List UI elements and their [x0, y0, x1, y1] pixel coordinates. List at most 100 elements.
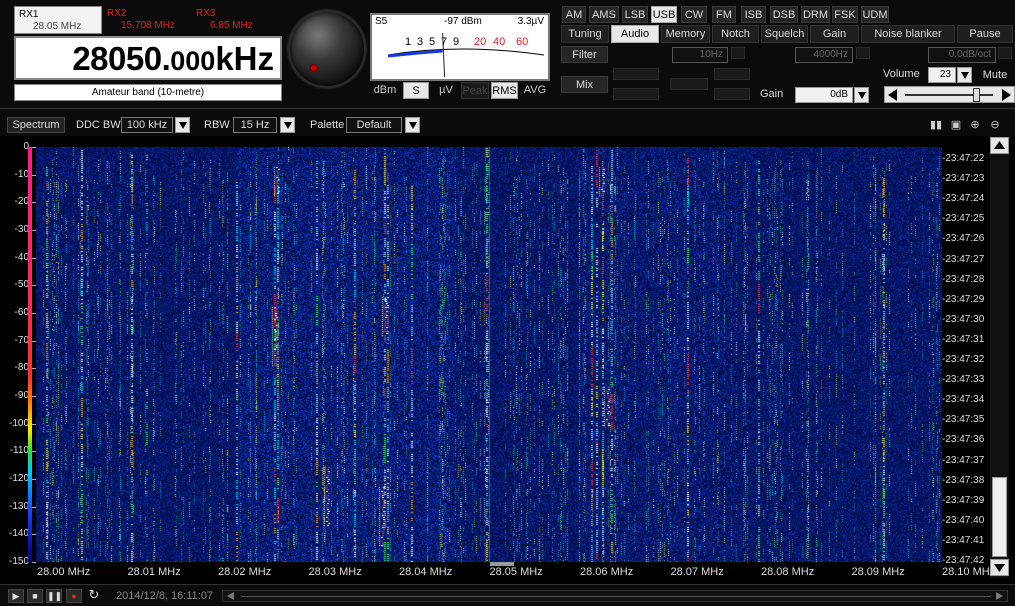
frequency-tick-label: 28.00 MHz	[37, 566, 91, 578]
color-scale-bar	[28, 147, 32, 562]
meter-mode-dbm[interactable]: dBm	[372, 82, 398, 99]
mute-button[interactable]: Mute	[978, 67, 1012, 84]
level-tick-label: -110	[9, 445, 29, 457]
meter-mode-rms[interactable]: RMS	[491, 82, 518, 99]
zoom-in-icon[interactable]: ⊕	[968, 118, 982, 132]
filter-slope-spin[interactable]	[998, 47, 1012, 59]
playback-position-slider[interactable]	[222, 590, 1008, 602]
scroll-right-icon[interactable]	[993, 591, 1005, 601]
tab-notch[interactable]: Notch	[712, 25, 759, 43]
waterfall-display[interactable]	[36, 147, 942, 562]
filter-button[interactable]: Filter	[561, 46, 608, 63]
slider-left-icon[interactable]	[888, 89, 897, 101]
rbw-dropdown-icon[interactable]	[280, 117, 295, 133]
filter-slope-field[interactable]: 0.0dB/oct	[928, 47, 996, 63]
tab-pause[interactable]: Pause	[957, 25, 1013, 43]
tab-tuning[interactable]: Tuning	[561, 25, 609, 43]
meter-mode-microvolt[interactable]: µV	[434, 82, 458, 99]
gain-label: Gain	[760, 88, 784, 100]
stop-icon[interactable]: ■	[27, 589, 43, 603]
scroll-up-icon[interactable]	[990, 137, 1009, 154]
mode-lsb[interactable]: LSB	[622, 6, 648, 23]
mode-ams[interactable]: AMS	[589, 6, 619, 23]
receiver-tab-rx3[interactable]: RX3 6.85 MHz	[192, 6, 278, 34]
receiver-frequency: 15.708 MHz	[121, 20, 175, 31]
tab-noise-blanker[interactable]: Noise blanker	[861, 25, 955, 43]
mode-drm[interactable]: DRM	[801, 6, 830, 23]
time-label: -23:47:23	[942, 173, 985, 185]
volume-field[interactable]: 23	[928, 67, 956, 83]
spectrum-button[interactable]: Spectrum	[7, 117, 65, 133]
time-label: -23:47:38	[942, 474, 985, 486]
time-label: -23:47:30	[942, 313, 985, 325]
mode-cw[interactable]: CW	[681, 6, 707, 23]
save-icon[interactable]: ▣	[949, 118, 963, 132]
volume-dropdown-icon[interactable]	[957, 67, 972, 83]
filter-high-spin[interactable]	[856, 47, 870, 59]
record-icon[interactable]: ●	[66, 589, 82, 603]
meter-scale-label: 3	[417, 36, 423, 48]
tab-squelch[interactable]: Squelch	[761, 25, 808, 43]
disabled-control	[613, 88, 659, 100]
time-label: -23:47:39	[942, 494, 985, 506]
time-label: -23:47:42	[942, 555, 985, 566]
filter-low-field[interactable]: 10Hz	[672, 47, 728, 63]
disabled-control	[714, 68, 750, 80]
tab-gain[interactable]: Gain	[810, 25, 859, 43]
tab-memory[interactable]: Memory	[661, 25, 710, 43]
scroll-thumb[interactable]	[992, 477, 1007, 557]
zoom-out-icon[interactable]: ⊖	[988, 118, 1002, 132]
palette-select[interactable]: Default	[346, 117, 402, 133]
time-label: -23:47:37	[942, 454, 985, 466]
meter-scale-label: 60	[516, 36, 528, 48]
mode-udm[interactable]: UDM	[861, 6, 889, 23]
mode-usb[interactable]: USB	[651, 6, 677, 23]
play-icon[interactable]: ▶	[8, 589, 24, 603]
gain-field[interactable]: 0dB	[795, 87, 853, 103]
frequency-tick-label: 28.08 MHz	[761, 566, 815, 578]
vertical-scrollbar[interactable]	[990, 137, 1009, 578]
meter-scale-label: 7	[441, 36, 447, 48]
meter-mode-peak[interactable]: Peak	[461, 82, 489, 99]
level-tick-label: -60	[14, 307, 29, 318]
signal-meter: S5 -97 dBm 3.3µV 1 3 5 7 9 20 40 60	[370, 13, 550, 81]
palette-dropdown-icon[interactable]	[405, 117, 420, 133]
volume-label: Volume	[883, 68, 920, 80]
mode-fsk[interactable]: FSK	[832, 6, 858, 23]
ddc-bw-dropdown-icon[interactable]	[175, 117, 190, 133]
mode-am[interactable]: AM	[562, 6, 586, 23]
pause-icon[interactable]: ▮▮	[929, 118, 943, 132]
level-tick-label: -150	[8, 556, 29, 567]
slider-thumb[interactable]	[973, 88, 981, 102]
palette-label: Palette	[310, 119, 345, 131]
frequency-main: 28050.	[72, 40, 171, 77]
mode-isb[interactable]: ISB	[741, 6, 766, 23]
receiver-tab-rx2[interactable]: RX2 15.708 MHz	[103, 6, 189, 34]
time-label: -23:47:27	[942, 253, 985, 265]
mix-button[interactable]: Mix	[561, 76, 608, 93]
frequency-display[interactable]: 28050.000kHz	[14, 36, 282, 80]
slider-right-icon[interactable]	[1002, 89, 1011, 101]
meter-scale: 1 3 5 7 9 20 40 60	[387, 32, 545, 78]
gain-dropdown-icon[interactable]	[854, 87, 869, 103]
frequency-tick-label: 28.01 MHz	[127, 566, 181, 578]
ddc-bw-select[interactable]: 100 kHz	[121, 117, 173, 133]
tuning-knob[interactable]	[288, 10, 366, 88]
filter-high-field[interactable]: 4000Hz	[795, 47, 853, 63]
receiver-tab-rx1[interactable]: RX1 28.05 MHz	[14, 6, 102, 34]
meter-mode-s[interactable]: S	[403, 82, 429, 99]
mode-dsb[interactable]: DSB	[770, 6, 798, 23]
tab-audio[interactable]: Audio	[611, 25, 659, 43]
loop-icon[interactable]: ↻	[86, 588, 102, 603]
meter-mode-avg[interactable]: AVG	[521, 82, 549, 99]
time-label: -23:47:36	[942, 434, 985, 446]
pause-playback-icon[interactable]: ❚❚	[46, 589, 62, 603]
time-label: -23:47:31	[942, 333, 985, 345]
volume-slider[interactable]	[884, 86, 1015, 103]
mode-fm[interactable]: FM	[712, 6, 736, 23]
scroll-left-icon[interactable]	[225, 591, 237, 601]
level-tick-label: -40	[14, 251, 29, 263]
filter-low-spin[interactable]	[731, 47, 745, 59]
meter-scale-label: 1	[405, 36, 411, 48]
rbw-select[interactable]: 15 Hz	[233, 117, 277, 133]
